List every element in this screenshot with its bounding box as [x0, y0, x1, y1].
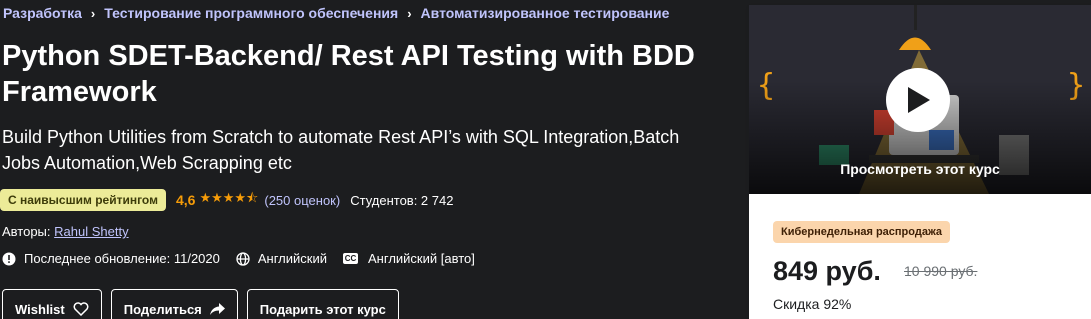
last-updated-text: Последнее обновление: 11/2020 — [24, 251, 220, 266]
rating-value: 4,6 — [175, 192, 196, 208]
breadcrumb-item-development[interactable]: Разработка — [3, 5, 82, 21]
gift-label: Подарить этот курс — [259, 301, 386, 317]
play-icon — [908, 87, 930, 113]
play-button[interactable] — [886, 68, 950, 132]
preview-label: Просмотреть этот курс — [840, 161, 1000, 177]
course-title: Python SDET-Backend/ Rest API Testing wi… — [2, 40, 695, 108]
authors-label: Авторы: — [2, 224, 55, 239]
wishlist-label: Wishlist — [15, 301, 65, 317]
captions-text: Английский [авто] — [368, 251, 475, 266]
action-buttons: Wishlist Поделиться Подарить этот курс — [2, 289, 408, 319]
course-preview[interactable]: { } Просмотреть этот курс — [749, 5, 1091, 194]
students-count: Студентов: 2 742 — [350, 192, 454, 208]
closed-captions-icon: CC — [343, 253, 359, 264]
share-label: Поделиться — [123, 301, 202, 317]
current-price: 849 руб. — [773, 256, 881, 286]
language-text: Английский — [257, 251, 328, 266]
breadcrumb-item-software-testing[interactable]: Тестирование программного обеспечения — [104, 5, 398, 21]
chevron-right-icon: › — [407, 5, 412, 21]
globe-icon — [236, 251, 250, 266]
alert-badge-icon — [2, 252, 16, 265]
share-button[interactable]: Поделиться — [110, 289, 238, 319]
gift-course-button[interactable]: Подарить этот курс — [246, 289, 399, 319]
course-subtitle: Build Python Utilities from Scratch to a… — [2, 127, 680, 173]
wishlist-button[interactable]: Wishlist — [2, 289, 102, 319]
share-arrow-icon — [209, 302, 225, 315]
author-link[interactable]: Rahul Shetty — [54, 224, 128, 239]
last-updated: Последнее обновление: 11/2020 — [2, 251, 220, 266]
sale-badge: Кибернедельная распродажа — [773, 221, 950, 243]
course-meta: Последнее обновление: 11/2020 Английский… — [2, 251, 491, 266]
chevron-right-icon: › — [90, 5, 96, 21]
star-rating-icon: ★★★★⯪ — [199, 190, 259, 205]
course-captions: CC Английский [авто] — [343, 251, 475, 266]
authors-line: Авторы: Rahul Shetty — [2, 224, 129, 239]
rating-count-link[interactable]: (250 оценок) — [264, 193, 340, 208]
rating-row: С наивысшим рейтингом 4,6 ★★★★⯪ (250 оце… — [0, 189, 453, 211]
breadcrumb-item-automated-testing[interactable]: Автоматизированное тестирование — [421, 5, 670, 21]
course-language: Английский — [236, 251, 327, 266]
breadcrumb: Разработка › Тестирование программного о… — [3, 5, 669, 21]
heart-icon — [73, 302, 89, 316]
original-price: 10 990 руб. — [904, 263, 978, 279]
discount-percent: Скидка 92% — [773, 296, 852, 312]
purchase-sidebar: { } Просмотреть этот курс Кибернедельная… — [749, 5, 1091, 319]
bestseller-badge: С наивысшим рейтингом — [0, 189, 166, 211]
